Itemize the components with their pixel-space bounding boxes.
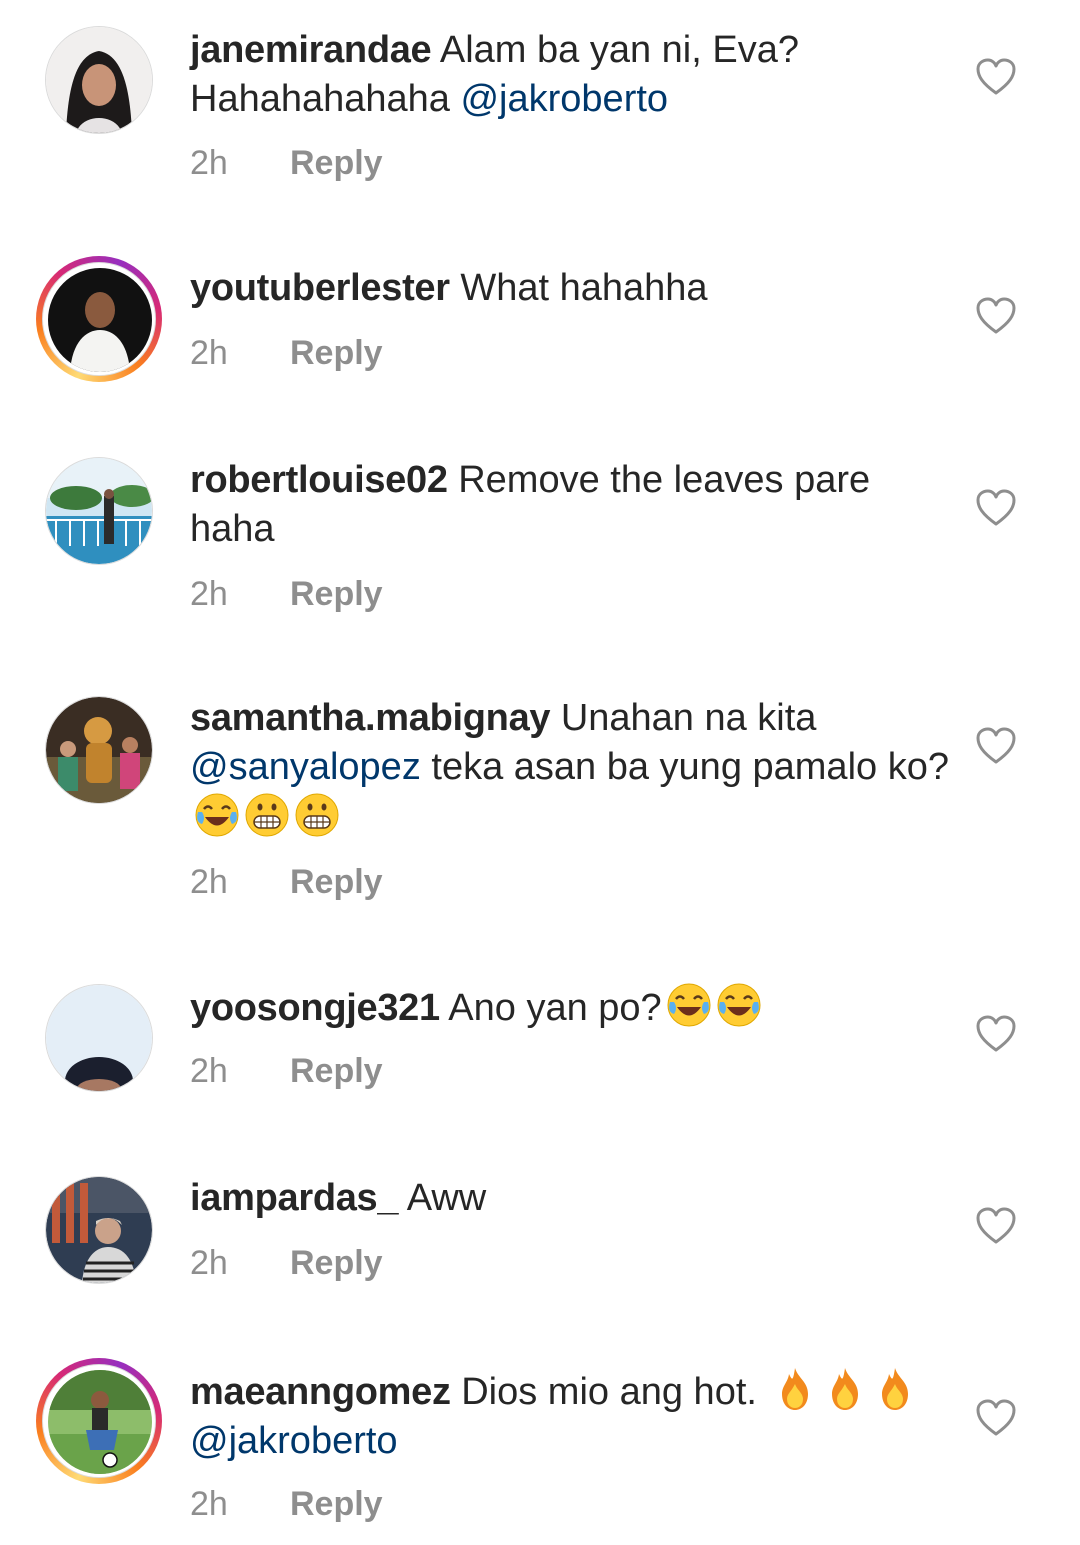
- comment-timestamp: 2h: [190, 1244, 228, 1282]
- heart-icon[interactable]: [976, 489, 1016, 527]
- comment-username[interactable]: youtuberlester: [190, 267, 450, 309]
- avatar[interactable]: [45, 457, 153, 565]
- avatar[interactable]: [36, 1358, 162, 1484]
- profile-photo: [46, 985, 152, 1091]
- avatar[interactable]: [45, 984, 153, 1092]
- comment-body: Aww: [406, 1177, 487, 1219]
- profile-photo: [46, 697, 152, 803]
- comment-body: Ano yan po?: [448, 987, 662, 1029]
- comment-timestamp: 2h: [190, 144, 228, 182]
- comment-timestamp: 2h: [190, 575, 228, 613]
- reply-button[interactable]: Reply: [290, 334, 383, 373]
- comment-text: maeanngomez Dios mio ang hot. @jakrobert…: [190, 1366, 950, 1466]
- comment-body: Dios mio ang hot.: [461, 1371, 768, 1413]
- heart-icon[interactable]: [976, 1015, 1016, 1053]
- reply-button[interactable]: Reply: [290, 1244, 383, 1283]
- comment-text: yoosongje321 Ano yan po?: [190, 982, 950, 1033]
- profile-photo: [46, 458, 152, 564]
- face-with-tears-of-joy-icon: [667, 983, 711, 1027]
- heart-icon[interactable]: [976, 727, 1016, 765]
- fire-icon: [831, 1368, 858, 1410]
- comment-username[interactable]: robertlouise02: [190, 459, 448, 501]
- fire-icon: [881, 1368, 908, 1410]
- reply-button[interactable]: Reply: [290, 1052, 383, 1091]
- profile-photo: [48, 268, 152, 372]
- comment-timestamp: 2h: [190, 863, 228, 901]
- avatar[interactable]: [36, 256, 162, 382]
- reply-button[interactable]: Reply: [290, 1485, 383, 1524]
- comment-text: janemirandae Alam ba yan ni, Eva? Hahaha…: [190, 26, 950, 124]
- heart-icon[interactable]: [976, 1207, 1016, 1245]
- comment-username[interactable]: maeanngomez: [190, 1371, 451, 1413]
- reply-button[interactable]: Reply: [290, 144, 383, 183]
- comment-text: youtuberlester What hahahha: [190, 264, 950, 313]
- comment-username[interactable]: yoosongje321: [190, 987, 440, 1029]
- comment-text: robertlouise02 Remove the leaves pare ha…: [190, 456, 950, 554]
- comment-text: samantha.mabignay Unahan na kita @sanyal…: [190, 694, 950, 843]
- mention-link[interactable]: @jakroberto: [460, 78, 668, 120]
- comment-username[interactable]: iampardas_: [190, 1177, 399, 1219]
- comment-body: Unahan na kita: [560, 697, 817, 739]
- comment-username[interactable]: janemirandae: [190, 29, 432, 71]
- comment-timestamp: 2h: [190, 334, 228, 372]
- comment-text: iampardas_ Aww: [190, 1174, 950, 1223]
- grimacing-face-icon: [295, 793, 339, 837]
- heart-icon[interactable]: [976, 1399, 1016, 1437]
- face-with-tears-of-joy-icon: [195, 793, 239, 837]
- grimacing-face-icon: [245, 793, 289, 837]
- comment-username[interactable]: samantha.mabignay: [190, 697, 551, 739]
- mention-link[interactable]: @jakroberto: [190, 1420, 398, 1462]
- profile-photo: [46, 27, 152, 133]
- profile-photo: [48, 1370, 152, 1474]
- avatar[interactable]: [45, 696, 153, 804]
- comment-body: teka asan ba yung pamalo ko?: [420, 746, 949, 788]
- comment-timestamp: 2h: [190, 1052, 228, 1090]
- heart-icon[interactable]: [976, 58, 1016, 96]
- comment-body: What hahahha: [460, 267, 708, 309]
- avatar[interactable]: [45, 26, 153, 134]
- mention-link[interactable]: @sanyalopez: [190, 746, 421, 788]
- profile-photo: [46, 1177, 152, 1283]
- face-with-tears-of-joy-icon: [717, 983, 761, 1027]
- heart-icon[interactable]: [976, 297, 1016, 335]
- reply-button[interactable]: Reply: [290, 863, 383, 902]
- reply-button[interactable]: Reply: [290, 575, 383, 614]
- comment-timestamp: 2h: [190, 1485, 228, 1523]
- avatar[interactable]: [45, 1176, 153, 1284]
- fire-icon: [781, 1368, 808, 1410]
